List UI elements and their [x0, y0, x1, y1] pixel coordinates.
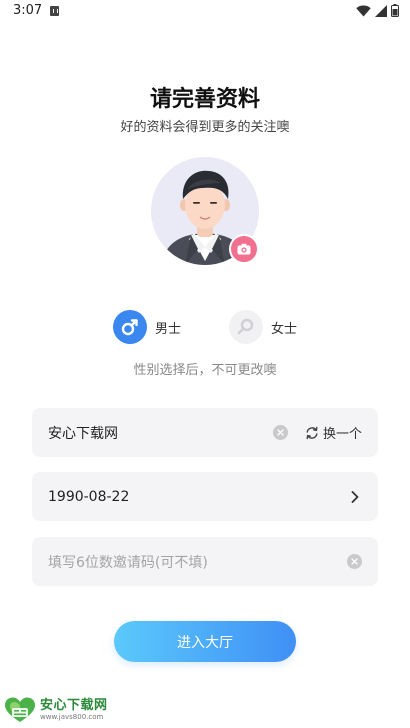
birthday-value[interactable]: 1990-08-22	[48, 489, 348, 505]
watermark-url: www.javs800.com	[40, 713, 104, 721]
gender-option-female[interactable]: 女士	[229, 310, 297, 344]
notification-icon	[50, 6, 59, 16]
nickname-input[interactable]: 安心下载网	[48, 423, 273, 443]
female-option-circle[interactable]	[229, 310, 263, 344]
male-option-circle[interactable]	[113, 310, 147, 344]
signal-icon	[375, 4, 387, 17]
status-bar: 3:07	[0, 0, 410, 24]
nickname-field[interactable]: 安心下载网 换一个	[32, 408, 378, 457]
male-symbol-icon	[121, 319, 138, 336]
gender-option-male[interactable]: 男士	[113, 310, 181, 344]
battery-icon	[391, 4, 399, 17]
invite-code-field[interactable]: 填写6位数邀请码(可不填)	[32, 537, 378, 586]
page-title: 请完善资料	[149, 87, 260, 112]
invite-code-input[interactable]: 填写6位数邀请码(可不填)	[48, 552, 347, 572]
status-time: 3:07	[13, 3, 43, 18]
nickname-clear-icon[interactable]	[272, 425, 288, 440]
refresh-nickname-button[interactable]: 换一个	[305, 423, 362, 442]
status-icons	[356, 4, 399, 17]
watermark-text: 安心下载网 www.javs800.com	[40, 699, 108, 721]
female-label: 女士	[271, 321, 298, 337]
birthday-field[interactable]: 1990-08-22	[32, 472, 378, 521]
avatar-picker[interactable]	[151, 157, 259, 265]
invite-clear-icon[interactable]	[347, 554, 362, 569]
page-subtitle: 好的资料会得到更多的关注噢	[120, 120, 290, 135]
watermark-logo-icon	[5, 697, 35, 722]
enter-lobby-button[interactable]: 进入大厅	[114, 621, 296, 662]
chevron-right-icon[interactable]	[348, 490, 362, 504]
female-search-icon	[237, 318, 254, 335]
refresh-label: 换一个	[322, 427, 362, 442]
wifi-icon	[356, 5, 371, 16]
watermark: 安心下载网 www.javs800.com	[3, 696, 108, 724]
gender-hint: 性别选择后，不可更改噢	[133, 363, 277, 378]
watermark-title: 安心下载网	[40, 698, 108, 713]
male-label: 男士	[155, 321, 182, 337]
camera-button[interactable]	[229, 234, 259, 264]
camera-icon	[237, 243, 251, 255]
refresh-icon	[306, 426, 318, 439]
